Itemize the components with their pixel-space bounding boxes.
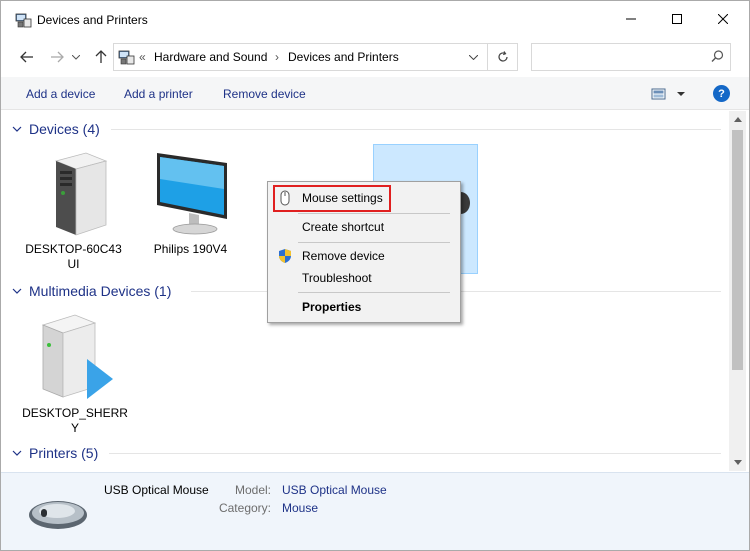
detail-model-key: Model: — [234, 483, 271, 497]
group-divider — [109, 453, 721, 454]
help-icon: ? — [718, 87, 725, 100]
add-printer-button[interactable]: Add a printer — [124, 87, 193, 101]
chevron-down-icon — [72, 54, 80, 60]
scroll-down-button[interactable] — [729, 454, 746, 471]
vertical-scrollbar[interactable] — [729, 111, 746, 471]
view-options-button[interactable] — [651, 86, 691, 102]
refresh-button[interactable] — [487, 44, 518, 70]
detail-category-key: Category: — [218, 501, 271, 515]
address-dropdown-button[interactable] — [461, 44, 485, 70]
context-menu: Mouse settings Create shortcut Remove de… — [267, 181, 461, 323]
back-arrow-icon — [20, 51, 33, 63]
chevron-down-icon — [12, 450, 22, 456]
close-button[interactable] — [700, 1, 746, 37]
recent-locations-button[interactable] — [69, 45, 83, 69]
close-icon — [718, 14, 728, 24]
breadcrumb-devices-and-printers[interactable]: Devices and Printers — [288, 50, 399, 64]
forward-button[interactable] — [45, 45, 69, 69]
breadcrumb-hardware-and-sound[interactable]: Hardware and Sound — [154, 50, 267, 64]
command-bar: Add a device Add a printer Remove device… — [1, 77, 749, 110]
chevron-down-icon — [12, 126, 22, 132]
group-header-printers[interactable]: Printers (5) — [11, 443, 98, 463]
menu-item-create-shortcut[interactable]: Create shortcut — [268, 216, 460, 238]
details-pane: USB Optical Mouse Model: USB Optical Mou… — [1, 472, 749, 550]
breadcrumb-separator[interactable]: › — [275, 50, 279, 64]
shield-icon — [279, 249, 291, 263]
remove-device-button[interactable]: Remove device — [223, 87, 306, 101]
annotation-highlight-box — [273, 185, 391, 212]
chevron-down-icon — [12, 288, 22, 294]
up-button[interactable] — [89, 45, 113, 69]
group-title-devices: Devices (4) — [29, 121, 100, 137]
devices-and-printers-window: Devices and Printers « Hardware and Soun… — [0, 0, 750, 551]
group-divider — [111, 129, 721, 130]
detail-model-value: USB Optical Mouse — [282, 483, 387, 497]
search-icon — [711, 50, 724, 62]
help-button[interactable]: ? — [713, 85, 730, 102]
group-header-devices[interactable]: Devices (4) — [11, 119, 100, 139]
search-input[interactable] — [531, 43, 731, 71]
media-device-icon — [41, 314, 113, 399]
menu-item-label: Create shortcut — [302, 220, 385, 234]
back-button[interactable] — [15, 45, 39, 69]
maximize-icon — [672, 14, 682, 24]
add-device-button[interactable]: Add a device — [26, 87, 95, 101]
chevron-down-icon — [733, 460, 742, 465]
device-media-server[interactable]: DESKTOP_SHERR Y — [21, 311, 129, 436]
group-title-printers: Printers (5) — [29, 445, 99, 461]
minimize-button[interactable] — [608, 1, 654, 37]
breadcrumb-overflow[interactable]: « — [139, 50, 146, 64]
maximize-button[interactable] — [654, 1, 700, 37]
view-options-icon — [651, 88, 685, 100]
refresh-icon — [498, 51, 508, 62]
device-label-line2: Y — [70, 421, 79, 435]
menu-separator — [298, 213, 450, 214]
menu-item-label: Properties — [302, 300, 362, 314]
detail-category-value: Mouse — [282, 501, 319, 515]
chevron-down-icon — [468, 54, 478, 60]
menu-item-label: Remove device — [302, 249, 385, 263]
chevron-up-icon — [733, 117, 742, 122]
detail-device-name: USB Optical Mouse — [104, 483, 209, 497]
title-bar: Devices and Printers — [1, 1, 749, 37]
devices-printers-icon — [15, 13, 32, 28]
menu-item-remove-device[interactable]: Remove device — [268, 245, 460, 267]
device-label: DESKTOP-60C43 — [25, 242, 122, 256]
device-label: Philips 190V4 — [153, 242, 228, 256]
monitor-icon — [156, 153, 227, 235]
menu-separator — [298, 242, 450, 243]
up-arrow-icon — [95, 50, 107, 63]
window-title: Devices and Printers — [37, 13, 148, 27]
menu-item-troubleshoot[interactable]: Troubleshoot — [268, 267, 460, 289]
address-bar[interactable]: « Hardware and Sound › Devices and Print… — [113, 43, 518, 71]
scroll-up-button[interactable] — [729, 111, 746, 128]
device-label-line2: UI — [67, 257, 80, 271]
menu-separator — [298, 292, 450, 293]
menu-item-properties[interactable]: Properties — [268, 296, 460, 318]
computer-tower-icon — [54, 152, 107, 236]
scrollbar-thumb[interactable] — [732, 130, 743, 370]
device-monitor[interactable]: Philips 190V4 — [138, 149, 243, 257]
devices-printers-icon — [118, 50, 135, 65]
menu-item-label: Troubleshoot — [302, 271, 372, 285]
mouse-icon — [29, 501, 87, 529]
group-title-multimedia: Multimedia Devices (1) — [29, 283, 172, 299]
device-computer[interactable]: DESKTOP-60C43 UI — [21, 149, 126, 272]
minimize-icon — [626, 18, 636, 20]
group-header-multimedia[interactable]: Multimedia Devices (1) — [11, 281, 171, 301]
device-label: DESKTOP_SHERR — [22, 406, 128, 420]
forward-arrow-icon — [51, 51, 64, 63]
